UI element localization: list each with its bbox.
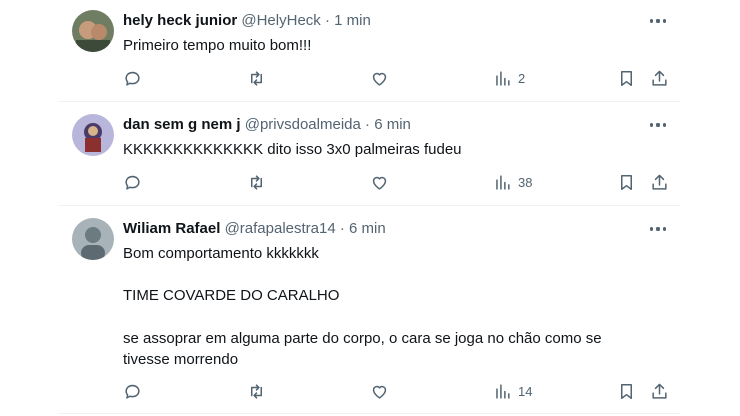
heart-icon	[372, 176, 387, 190]
views-button[interactable]: 2	[493, 67, 525, 89]
views-count: 14	[518, 383, 533, 399]
views-icon	[496, 383, 510, 399]
tweet-text: Primeiro tempo muito bom!!!	[123, 37, 312, 54]
repost-button[interactable]	[247, 380, 266, 402]
tweet-text: KKKKKKKKKKKKKK dito isso 3x0 palmeiras f…	[123, 141, 462, 158]
heart-icon	[372, 385, 387, 399]
timestamp[interactable]: 6 min	[349, 220, 386, 237]
share-button[interactable]	[650, 67, 669, 89]
share-button[interactable]	[650, 380, 669, 402]
share-button[interactable]	[650, 171, 669, 193]
tweet-text: Bom comportamento kkkkkkk TIME COVARDE D…	[123, 245, 602, 369]
reply-button[interactable]	[123, 67, 142, 89]
tweet-header: dan sem g nem j @privsdoalmeida · 6 min	[123, 116, 411, 134]
bookmark-icon	[620, 383, 633, 399]
separator: ·	[365, 116, 371, 133]
like-button[interactable]	[370, 171, 389, 193]
avatar[interactable]	[72, 218, 114, 260]
share-icon	[652, 174, 667, 190]
avatar[interactable]	[72, 114, 114, 156]
share-icon	[652, 383, 667, 399]
divider	[58, 101, 680, 102]
bookmark-icon	[620, 70, 633, 86]
display-name[interactable]: dan sem g nem j	[123, 116, 241, 133]
views-button[interactable]: 38	[493, 171, 532, 193]
bookmark-button[interactable]	[617, 67, 636, 89]
bookmark-button[interactable]	[617, 171, 636, 193]
views-icon	[496, 174, 510, 190]
repost-icon	[250, 174, 263, 190]
views-count: 2	[518, 70, 526, 86]
separator: ·	[324, 12, 330, 29]
user-handle[interactable]: @privsdoalmeida	[245, 116, 361, 133]
views-icon	[496, 70, 510, 86]
repost-button[interactable]	[247, 171, 266, 193]
tweet-actions: 38	[0, 171, 740, 193]
like-button[interactable]	[370, 380, 389, 402]
divider	[58, 413, 680, 414]
separator: ·	[339, 220, 345, 237]
tweet-actions: 2	[0, 67, 740, 89]
repost-icon	[250, 70, 263, 86]
repost-button[interactable]	[247, 67, 266, 89]
bookmark-button[interactable]	[617, 380, 636, 402]
tweet-header: hely heck junior @HelyHeck · 1 min	[123, 12, 371, 30]
more-options-icon[interactable]	[648, 116, 668, 134]
share-icon	[652, 70, 667, 86]
tweet-header: Wiliam Rafael @rafapalestra14 · 6 min	[123, 220, 386, 238]
more-options-icon[interactable]	[648, 220, 668, 238]
timestamp[interactable]: 6 min	[374, 116, 411, 133]
user-handle[interactable]: @HelyHeck	[241, 12, 320, 29]
like-button[interactable]	[370, 67, 389, 89]
repost-icon	[250, 383, 263, 399]
display-name[interactable]: Wiliam Rafael	[123, 220, 220, 237]
tweet-actions: 14	[0, 380, 740, 402]
timestamp[interactable]: 1 min	[334, 12, 371, 29]
avatar[interactable]	[72, 10, 114, 52]
reply-button[interactable]	[123, 380, 142, 402]
display-name[interactable]: hely heck junior	[123, 12, 237, 29]
views-count: 38	[518, 174, 533, 190]
reply-icon	[125, 175, 140, 190]
divider	[58, 205, 680, 206]
reply-icon	[125, 384, 140, 399]
reply-icon	[125, 71, 140, 86]
heart-icon	[372, 72, 387, 86]
user-handle[interactable]: @rafapalestra14	[225, 220, 336, 237]
more-options-icon[interactable]	[648, 12, 668, 30]
views-button[interactable]: 14	[493, 380, 532, 402]
reply-button[interactable]	[123, 171, 142, 193]
bookmark-icon	[620, 174, 633, 190]
